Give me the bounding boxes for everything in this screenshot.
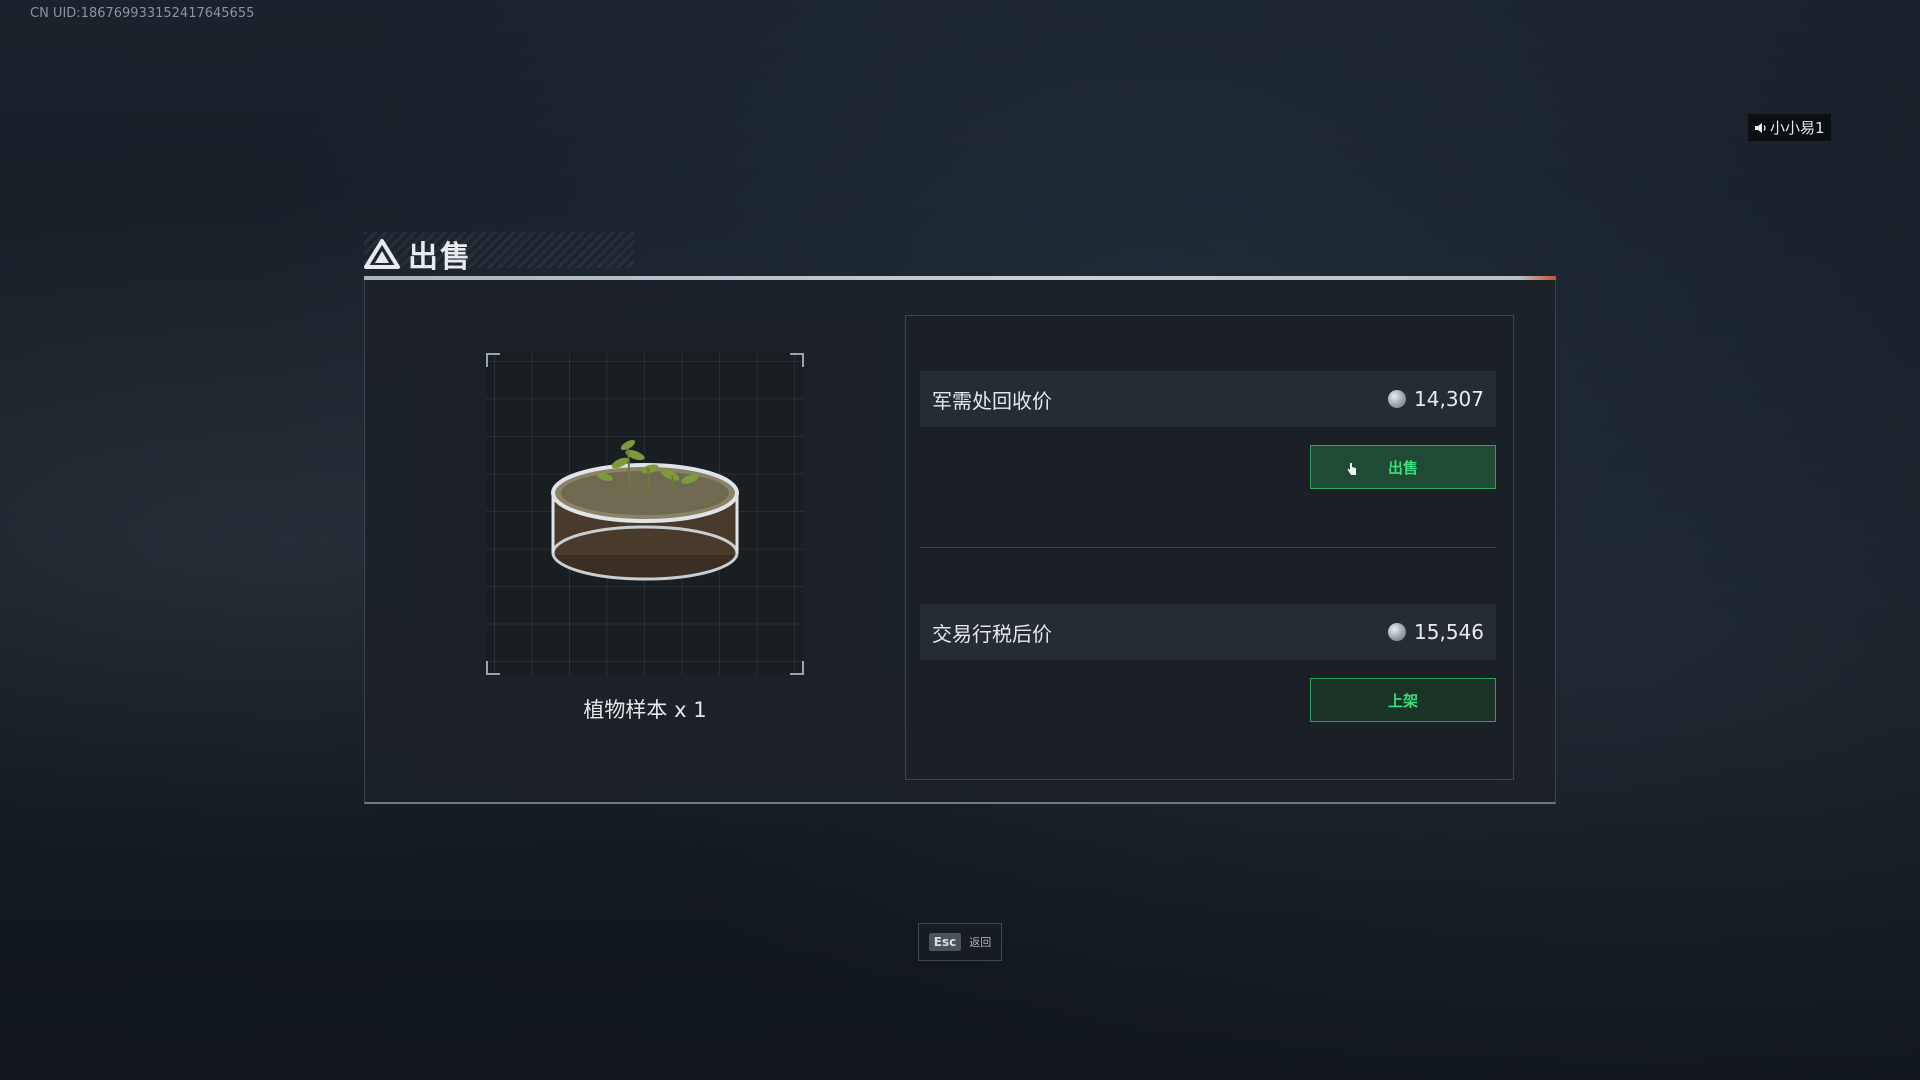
item-preview-frame (486, 353, 804, 675)
item-name: 植物样本 x 1 (583, 698, 707, 722)
esc-label: 返回 (969, 936, 992, 949)
trade-price-amount: 15,546 (1414, 620, 1484, 644)
frame-corner (486, 353, 500, 367)
plant-sample-icon (551, 439, 739, 581)
esc-back-button[interactable]: Esc 返回 (918, 923, 1002, 961)
cursor-icon (1347, 463, 1356, 475)
esc-key: Esc (928, 933, 962, 951)
recycle-price-label: 军需处回收价 (932, 388, 1052, 413)
voice-chat-indicator: 小小易1 (1748, 114, 1831, 141)
dialog-header: 出售 (364, 232, 634, 276)
voice-user-name: 小小易1 (1770, 119, 1825, 137)
warning-triangle-icon (364, 239, 400, 269)
frame-corner (486, 661, 500, 675)
sell-button[interactable]: 出售 (1310, 445, 1496, 489)
recycle-price-row: 军需处回收价 14,307 (920, 371, 1496, 427)
list-button[interactable]: 上架 (1310, 678, 1496, 722)
frame-corner (790, 661, 804, 675)
speaker-icon (1755, 122, 1766, 133)
coin-icon (1388, 623, 1407, 641)
section-divider (920, 547, 1496, 548)
trade-price-row: 交易行税后价 15,546 (920, 604, 1496, 660)
dialog-title: 出售 (408, 240, 472, 275)
header-decoration (364, 232, 634, 268)
recycle-price-value: 14,307 (1388, 387, 1484, 411)
uid-label: CN UID:1867699331524176456​55 (30, 6, 255, 21)
frame-corner (790, 353, 804, 367)
recycle-price-amount: 14,307 (1414, 387, 1484, 411)
trade-price-value: 15,546 (1388, 620, 1484, 644)
trade-price-label: 交易行税后价 (932, 621, 1052, 646)
coin-icon (1388, 390, 1407, 408)
